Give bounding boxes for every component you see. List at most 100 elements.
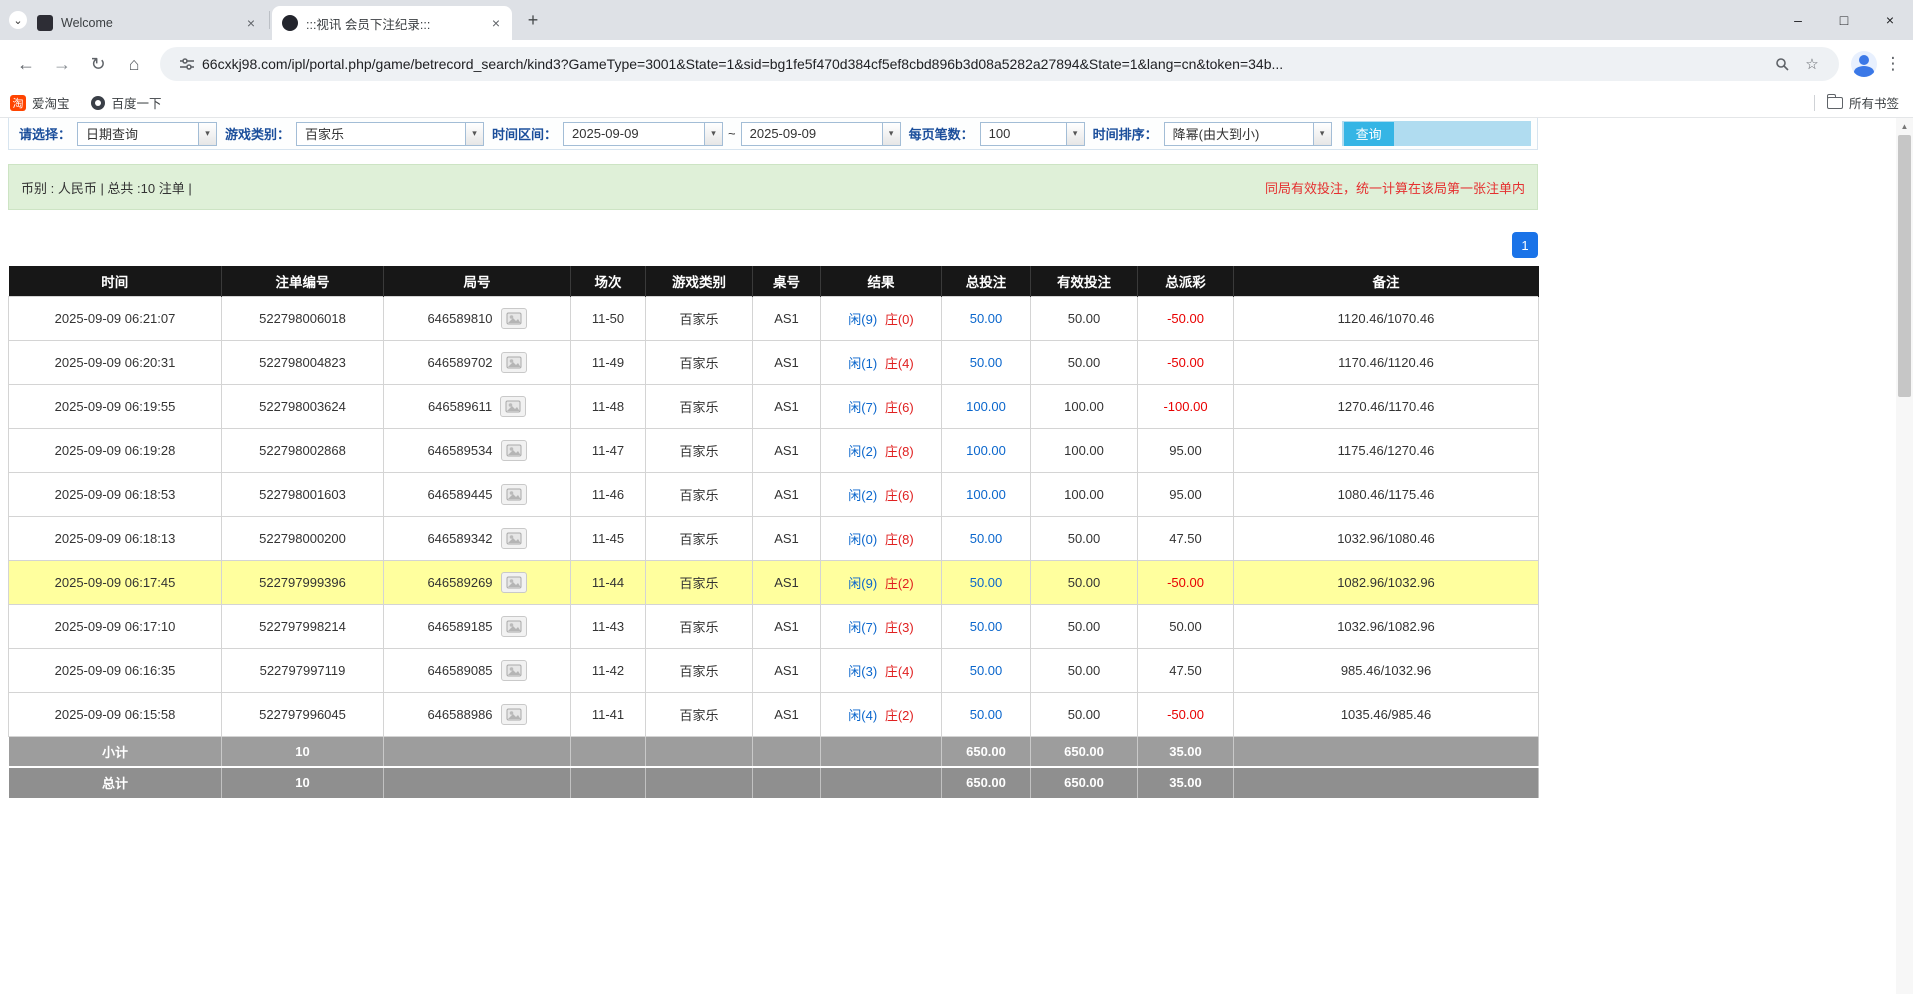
page-size-dropdown[interactable]: 100 ▾	[980, 122, 1085, 146]
video-replay-icon[interactable]	[501, 440, 527, 461]
query-type-dropdown[interactable]: 日期查询 ▾	[77, 122, 217, 146]
cell-valid-bet: 100.00	[1031, 384, 1138, 428]
forward-icon[interactable]: →	[48, 50, 76, 78]
url-bar[interactable]: 66cxkj98.com/ipl/portal.php/game/betreco…	[160, 47, 1839, 81]
tab-close-icon[interactable]: ×	[243, 15, 259, 31]
cell-bet-id: 522797997119	[222, 648, 384, 692]
chevron-down-icon[interactable]: ▾	[1313, 123, 1331, 145]
game-type-dropdown[interactable]: 百家乐 ▾	[296, 122, 484, 146]
cell-table-no: AS1	[753, 472, 821, 516]
chevron-down-icon[interactable]: ▾	[882, 123, 900, 145]
table-body: 2025-09-09 06:21:07 522798006018 6465898…	[9, 296, 1539, 736]
new-tab-button[interactable]: +	[520, 7, 546, 33]
col-session: 场次	[571, 266, 646, 296]
home-icon[interactable]: ⌂	[120, 50, 148, 78]
back-icon[interactable]: ←	[12, 50, 40, 78]
video-replay-icon[interactable]	[501, 352, 527, 373]
cell-result: 闲(2) 庄(6)	[821, 472, 942, 516]
pagination: 1	[8, 232, 1538, 258]
cell-session: 11-47	[571, 428, 646, 472]
table-row: 2025-09-09 06:20:31 522798004823 6465897…	[9, 340, 1539, 384]
search-icon[interactable]	[1771, 53, 1793, 75]
cell-round: 646589269	[384, 560, 571, 604]
cell-payout: 47.50	[1138, 516, 1234, 560]
cell-payout: 47.50	[1138, 648, 1234, 692]
result-banker: 庄(4)	[885, 664, 914, 679]
cell-payout: 95.00	[1138, 428, 1234, 472]
cell-time: 2025-09-09 06:20:31	[9, 340, 222, 384]
result-player: 闲(3)	[848, 664, 877, 679]
cell-note: 1170.46/1120.46	[1234, 340, 1539, 384]
cell-valid-bet: 50.00	[1031, 648, 1138, 692]
refresh-icon[interactable]: ↻	[84, 50, 112, 78]
folder-icon	[1827, 97, 1843, 109]
avatar	[1854, 66, 1874, 77]
cell-table-no: AS1	[753, 340, 821, 384]
tab-title: Welcome	[61, 16, 237, 30]
page-1-button[interactable]: 1	[1512, 232, 1538, 258]
date-from-dropdown[interactable]: 2025-09-09 ▾	[563, 122, 723, 146]
table-row: 2025-09-09 06:19:55 522798003624 6465896…	[9, 384, 1539, 428]
cell-bet-id: 522797998214	[222, 604, 384, 648]
tab-bet-records[interactable]: :::视讯 会员下注纪录::: ×	[272, 6, 512, 40]
cell-round: 646589702	[384, 340, 571, 384]
cell-note: 1120.46/1070.46	[1234, 296, 1539, 340]
scroll-up-icon[interactable]: ▲	[1896, 118, 1913, 134]
cell-total-bet: 50.00	[942, 648, 1031, 692]
result-player: 闲(4)	[848, 708, 877, 723]
cell-valid-bet: 100.00	[1031, 428, 1138, 472]
maximize-button[interactable]: □	[1821, 0, 1867, 40]
cell-total-bet: 100.00	[942, 472, 1031, 516]
tab-close-icon[interactable]: ×	[488, 15, 504, 31]
video-replay-icon[interactable]	[500, 396, 526, 417]
cell-total-bet: 100.00	[942, 428, 1031, 472]
scrollbar-thumb[interactable]	[1898, 135, 1911, 397]
cell-round: 646588986	[384, 692, 571, 736]
grand-total-valid-bet: 650.00	[1031, 767, 1138, 798]
url-text[interactable]: 66cxkj98.com/ipl/portal.php/game/betreco…	[202, 56, 1767, 72]
chevron-down-icon[interactable]: ▾	[1066, 123, 1084, 145]
table-row: 2025-09-09 06:21:07 522798006018 6465898…	[9, 296, 1539, 340]
tab-welcome[interactable]: Welcome ×	[27, 6, 267, 40]
video-replay-icon[interactable]	[501, 616, 527, 637]
minimize-button[interactable]: –	[1775, 0, 1821, 40]
game-type-label: 游戏类别：	[225, 124, 290, 143]
profile-avatar-icon[interactable]	[1851, 51, 1877, 77]
video-replay-icon[interactable]	[501, 484, 527, 505]
cell-valid-bet: 50.00	[1031, 604, 1138, 648]
cell-round: 646589445	[384, 472, 571, 516]
tab-search-chevron-icon[interactable]: ⌄	[9, 11, 27, 29]
cell-result: 闲(7) 庄(6)	[821, 384, 942, 428]
cell-round: 646589611	[384, 384, 571, 428]
video-replay-icon[interactable]	[501, 308, 527, 329]
round-number: 646589534	[427, 443, 492, 458]
result-player: 闲(9)	[848, 312, 877, 327]
cell-session: 11-44	[571, 560, 646, 604]
query-button[interactable]: 查询	[1344, 122, 1394, 146]
cell-bet-id: 522797996045	[222, 692, 384, 736]
close-window-button[interactable]: ×	[1867, 0, 1913, 40]
page-content: 请选择： 日期查询 ▾ 游戏类别： 百家乐 ▾ 时间区间： 2025-09-09…	[0, 118, 1913, 994]
chevron-down-icon[interactable]: ▾	[704, 123, 722, 145]
video-replay-icon[interactable]	[501, 528, 527, 549]
chevron-down-icon[interactable]: ▾	[465, 123, 483, 145]
cell-table-no: AS1	[753, 384, 821, 428]
site-info-icon[interactable]	[176, 53, 198, 75]
video-replay-icon[interactable]	[501, 572, 527, 593]
bookmark-star-icon[interactable]: ☆	[1801, 53, 1823, 75]
all-bookmarks-button[interactable]: 所有书签	[1827, 93, 1899, 112]
tab-strip: ⌄ Welcome × :::视讯 会员下注纪录::: × + – □ ×	[0, 0, 1913, 40]
cell-note: 1032.96/1082.96	[1234, 604, 1539, 648]
bookmark-baidu[interactable]: 百度一下	[90, 93, 162, 112]
cell-game-type: 百家乐	[646, 560, 753, 604]
bookmark-taobao[interactable]: 淘 爱淘宝	[10, 93, 70, 112]
video-replay-icon[interactable]	[501, 704, 527, 725]
chevron-down-icon[interactable]: ▾	[198, 123, 216, 145]
browser-menu-icon[interactable]: ⋮	[1881, 54, 1905, 74]
video-replay-icon[interactable]	[501, 660, 527, 681]
subtotal-label: 小计	[9, 736, 222, 767]
page-scrollbar[interactable]: ▲	[1896, 118, 1913, 994]
date-to-dropdown[interactable]: 2025-09-09 ▾	[741, 122, 901, 146]
time-sort-dropdown[interactable]: 降幂(由大到小) ▾	[1164, 122, 1332, 146]
cell-bet-id: 522798006018	[222, 296, 384, 340]
